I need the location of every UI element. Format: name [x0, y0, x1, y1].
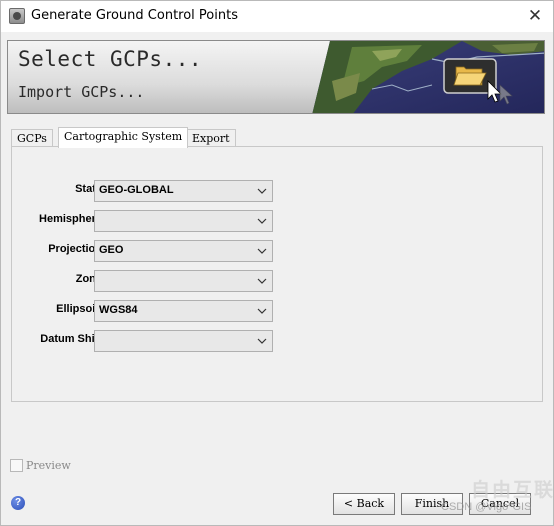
hemisphere-select[interactable] [94, 210, 273, 232]
datum-shift-label: Datum Shift [40, 333, 102, 345]
chevron-down-icon [257, 278, 267, 284]
chevron-down-icon [257, 218, 267, 224]
chevron-down-icon [257, 308, 267, 314]
projection-value: GEO [99, 244, 124, 256]
wizard-banner: Select GCPs... Import GCPs... [7, 40, 545, 114]
preview-label: Preview [26, 459, 71, 472]
banner-title: Select GCPs... [18, 47, 203, 71]
back-button[interactable]: < Back [333, 493, 395, 515]
hemisphere-label: Hemisphere [39, 213, 102, 225]
banner-subtitle: Import GCPs... [18, 83, 145, 101]
cancel-button[interactable]: Cancel [469, 493, 531, 515]
ellipsoid-row: Ellipsoid WGS84 [12, 300, 292, 322]
tab-cartographic-system[interactable]: Cartographic System [58, 127, 189, 148]
dialog-window: Generate Ground Control Points ✕ Select … [0, 0, 554, 526]
app-icon [9, 8, 25, 24]
cartographic-system-panel: State GEO-GLOBAL Hemisphere Projection G… [11, 146, 543, 402]
chevron-down-icon [257, 338, 267, 344]
projection-row: Projection GEO [12, 240, 292, 262]
zone-row: Zone [12, 270, 292, 292]
state-value: GEO-GLOBAL [99, 184, 174, 196]
open-folder-icon [453, 66, 487, 86]
finish-button[interactable]: Finish [401, 493, 463, 515]
state-row: State GEO-GLOBAL [12, 180, 292, 202]
title-bar[interactable]: Generate Ground Control Points ✕ [1, 1, 553, 32]
state-select[interactable]: GEO-GLOBAL [94, 180, 273, 202]
datum-shift-row: Datum Shift [12, 330, 292, 352]
projection-select[interactable]: GEO [94, 240, 273, 262]
preview-checkbox[interactable] [10, 459, 23, 472]
ellipsoid-value: WGS84 [99, 304, 138, 316]
datum-shift-select[interactable] [94, 330, 273, 352]
satellite-image [312, 41, 544, 113]
help-icon[interactable]: ? [11, 496, 25, 510]
hemisphere-row: Hemisphere [12, 210, 292, 232]
close-button[interactable]: ✕ [525, 5, 545, 27]
chevron-down-icon [257, 188, 267, 194]
window-title: Generate Ground Control Points [31, 8, 238, 23]
zone-select[interactable] [94, 270, 273, 292]
ellipsoid-select[interactable]: WGS84 [94, 300, 273, 322]
chevron-down-icon [257, 248, 267, 254]
